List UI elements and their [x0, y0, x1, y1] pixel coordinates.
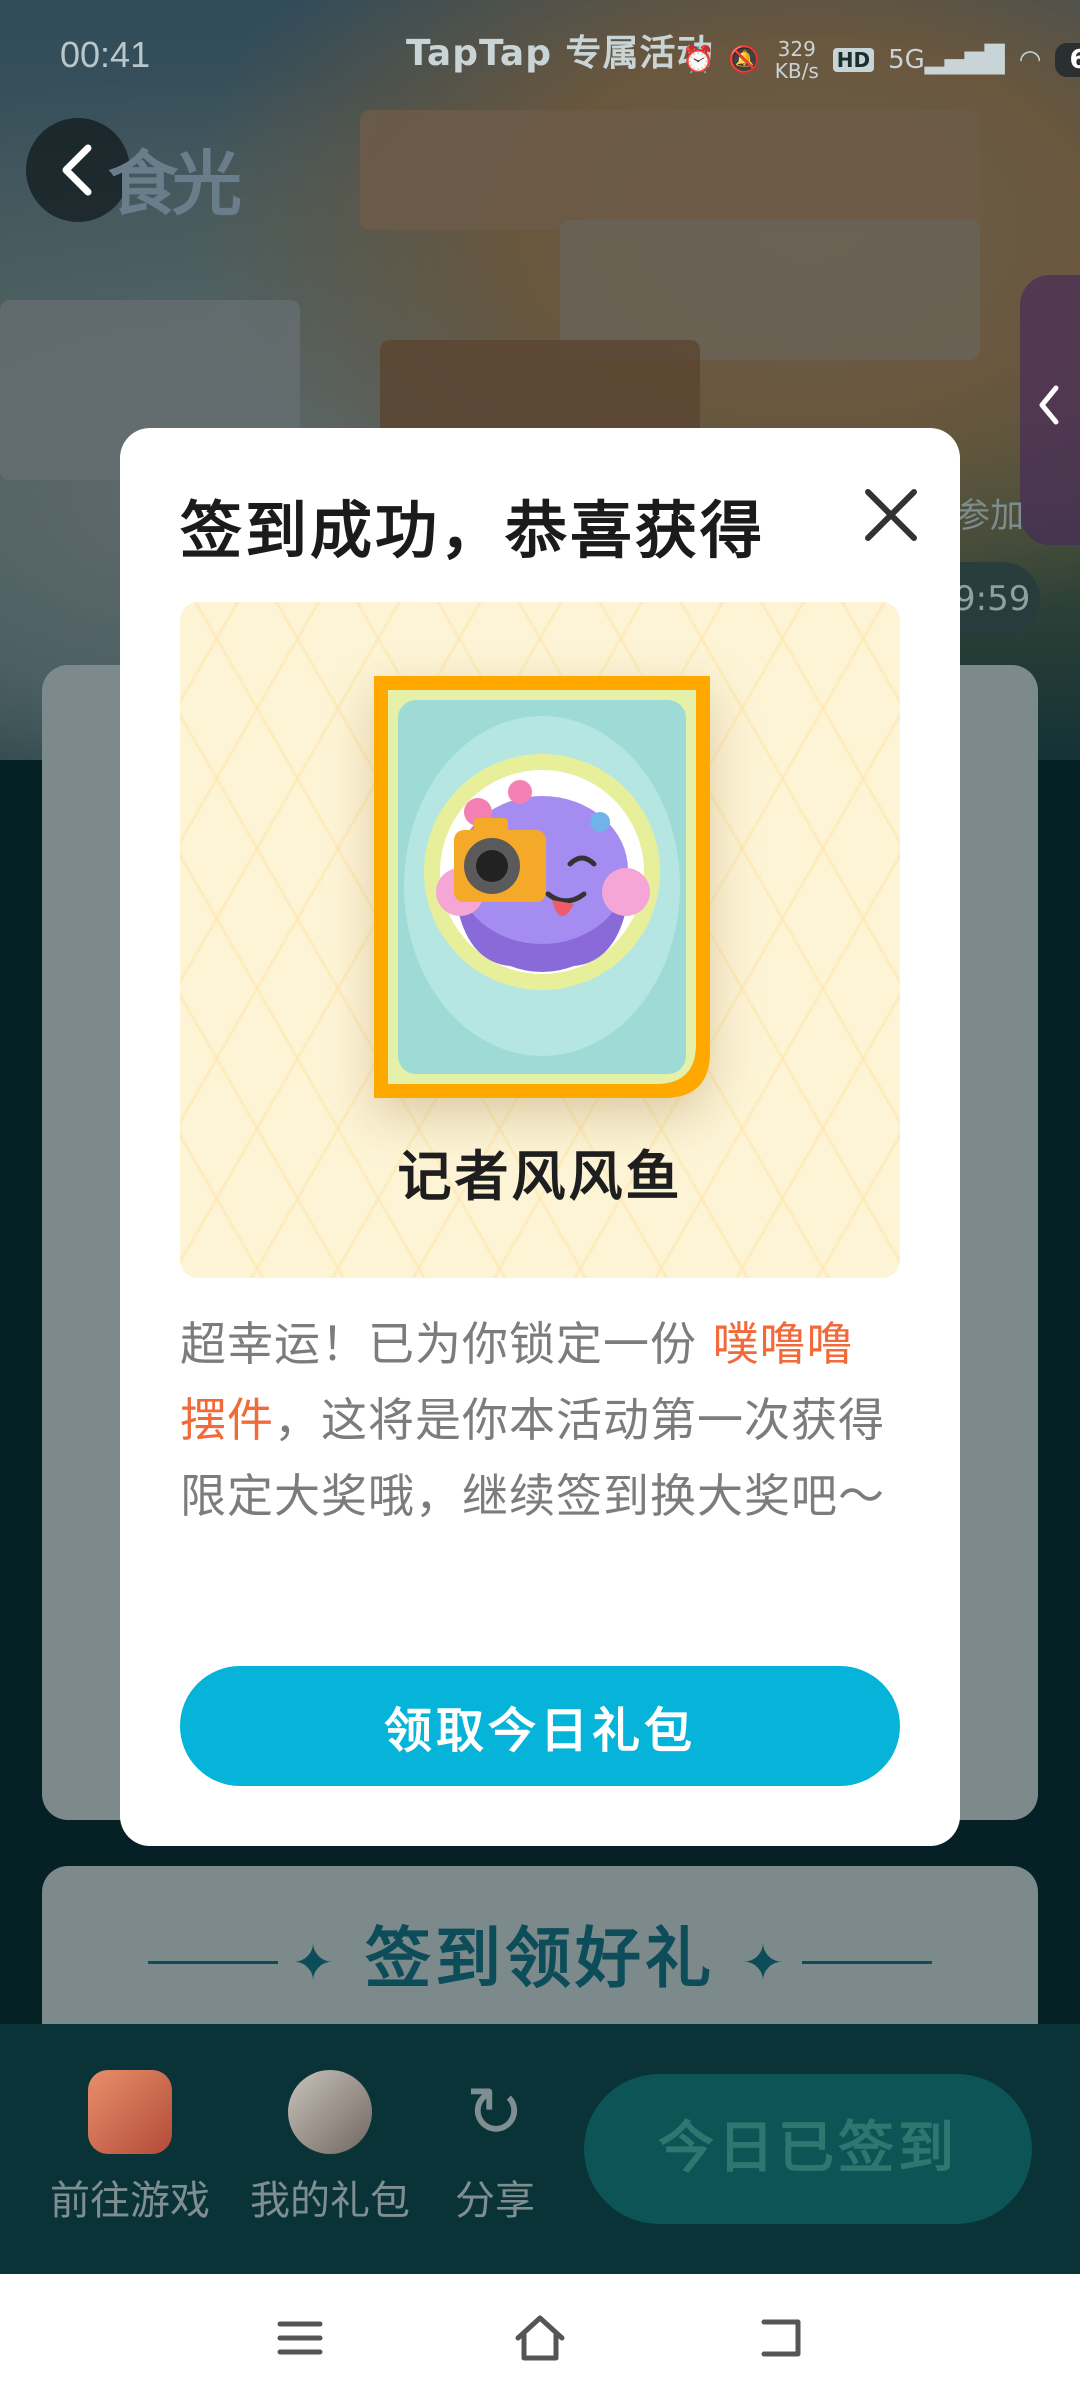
claim-daily-gift-button[interactable]: 领取今日礼包 — [180, 1666, 900, 1786]
prize-panel: 记者风风鱼 — [180, 602, 900, 1278]
prize-card-image — [374, 676, 710, 1098]
desc-text-2: ，这将是你本活动第一次获得限定大奖哦，继续签到换大奖吧～ — [180, 1393, 885, 1523]
prize-name: 记者风风鱼 — [397, 1145, 683, 1208]
modal-overlay: 签到成功，恭喜获得 记者风风鱼 超幸运！已为你锁定一份 噗噜噜摆件，这将是你本活… — [0, 0, 1080, 2400]
dialog-title: 签到成功，恭喜获得 — [180, 494, 766, 567]
reward-description: 超幸运！已为你锁定一份 噗噜噜摆件，这将是你本活动第一次获得限定大奖哦，继续签到… — [180, 1306, 900, 1534]
checkin-success-dialog: 签到成功，恭喜获得 记者风风鱼 超幸运！已为你锁定一份 噗噜噜摆件，这将是你本活… — [120, 428, 960, 1846]
close-icon[interactable] — [860, 484, 922, 546]
desc-text-1: 超幸运！已为你锁定一份 — [180, 1317, 713, 1371]
